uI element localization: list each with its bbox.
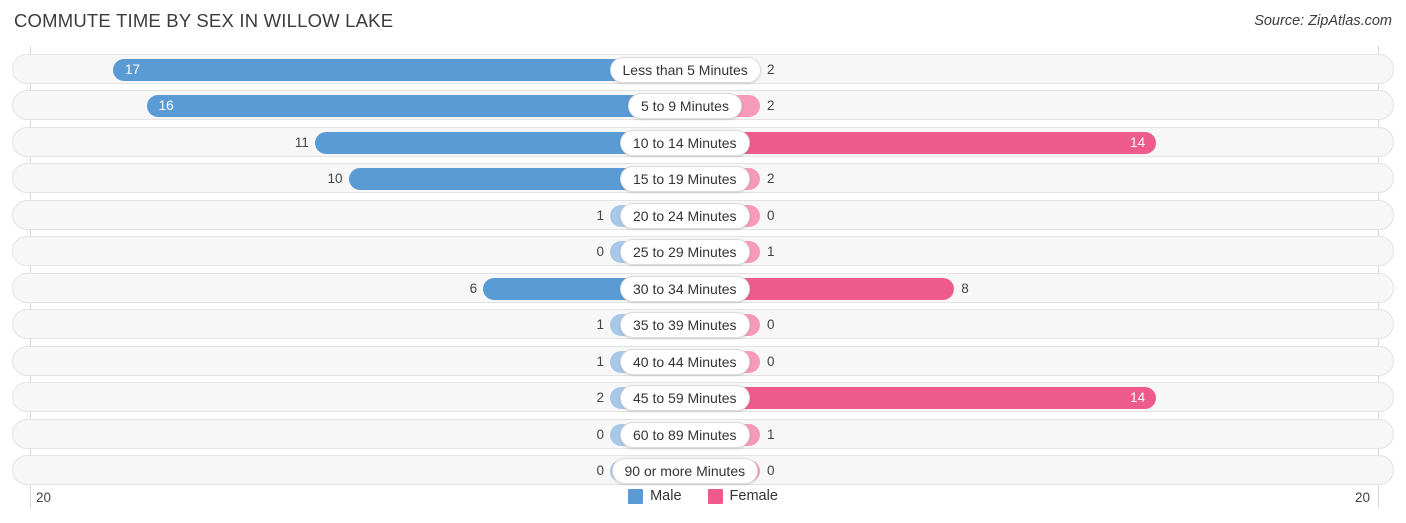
bar-male[interactable] — [112, 59, 685, 81]
category-label: 25 to 29 Minutes — [620, 239, 750, 266]
chart-row: 10 2 15 to 19 Minutes — [12, 163, 1394, 194]
chart-row: 2 14 45 to 59 Minutes — [12, 382, 1394, 413]
value-label-male: 1 — [596, 317, 604, 333]
bar-female[interactable] — [685, 131, 1157, 154]
legend-item-male[interactable]: Male — [628, 488, 682, 504]
value-label-female: 2 — [767, 98, 775, 114]
bar-male[interactable] — [146, 95, 685, 118]
value-label-female: 0 — [767, 353, 775, 369]
value-label-female: 0 — [767, 462, 775, 478]
category-label: 35 to 39 Minutes — [620, 312, 750, 339]
category-label: 60 to 89 Minutes — [620, 421, 750, 448]
chart-row: 0 1 25 to 29 Minutes — [12, 236, 1394, 267]
value-label-female: 14 — [1130, 134, 1146, 150]
value-label-female: 2 — [767, 62, 775, 77]
legend-item-female[interactable]: Female — [707, 488, 778, 504]
value-label-female: 8 — [961, 280, 969, 296]
legend-label: Female — [729, 488, 778, 504]
category-label: 20 to 24 Minutes — [620, 202, 750, 229]
legend-swatch-male-icon — [628, 488, 644, 504]
chart-root: COMMUTE TIME BY SEX IN WILLOW LAKE Sourc… — [0, 0, 1406, 523]
chart-legend: Male Female — [0, 488, 1406, 504]
category-label: 15 to 19 Minutes — [620, 166, 750, 193]
value-label-female: 0 — [767, 207, 775, 223]
chart-row: 1 0 40 to 44 Minutes — [12, 345, 1394, 376]
value-label-male: 0 — [596, 426, 604, 442]
value-label-female: 1 — [767, 426, 775, 442]
category-label: 5 to 9 Minutes — [628, 93, 742, 120]
category-label: 90 or more Minutes — [611, 457, 759, 484]
value-label-male: 0 — [596, 462, 604, 478]
value-label-male: 1 — [596, 207, 604, 223]
category-label: 30 to 34 Minutes — [620, 275, 750, 302]
legend-swatch-female-icon — [707, 488, 723, 504]
chart-row: 0 1 60 to 89 Minutes — [12, 418, 1394, 449]
value-label-male: 10 — [327, 171, 343, 187]
chart-row: 1 0 35 to 39 Minutes — [12, 309, 1394, 340]
value-label-female: 1 — [767, 244, 775, 260]
source-attribution: Source: ZipAtlas.com — [1254, 13, 1392, 29]
legend-label: Male — [650, 488, 682, 504]
value-label-female: 14 — [1130, 390, 1146, 406]
value-label-male: 17 — [124, 62, 140, 77]
bar-female[interactable] — [685, 387, 1157, 410]
chart-row: 11 14 10 to 14 Minutes — [12, 126, 1394, 157]
page-title: COMMUTE TIME BY SEX IN WILLOW LAKE — [14, 10, 394, 31]
value-label-male: 0 — [596, 244, 604, 260]
value-label-male: 11 — [294, 134, 309, 150]
chart-row: 6 8 30 to 34 Minutes — [12, 272, 1394, 303]
category-label: 40 to 44 Minutes — [620, 348, 750, 375]
value-label-male: 1 — [596, 353, 604, 369]
category-label: 10 to 14 Minutes — [620, 129, 750, 156]
value-label-male: 6 — [469, 280, 478, 296]
value-label-female: 0 — [767, 317, 775, 333]
plot-area: 17 2 Less than 5 Minutes 16 2 5 to 9 Minutes 1… — [0, 52, 1406, 488]
category-label: 45 to 59 Minutes — [620, 385, 750, 412]
value-label-female: 2 — [767, 171, 775, 187]
chart-row: 16 2 5 to 9 Minutes — [12, 90, 1394, 121]
chart-row: 0 0 90 or more Minutes — [12, 454, 1394, 485]
chart-row: 1 0 20 to 24 Minutes — [12, 199, 1394, 230]
category-label: Less than 5 Minutes — [609, 57, 761, 83]
chart-row: 17 2 Less than 5 Minutes — [12, 54, 1394, 84]
value-label-male: 2 — [596, 390, 604, 406]
value-label-male: 16 — [158, 98, 174, 114]
